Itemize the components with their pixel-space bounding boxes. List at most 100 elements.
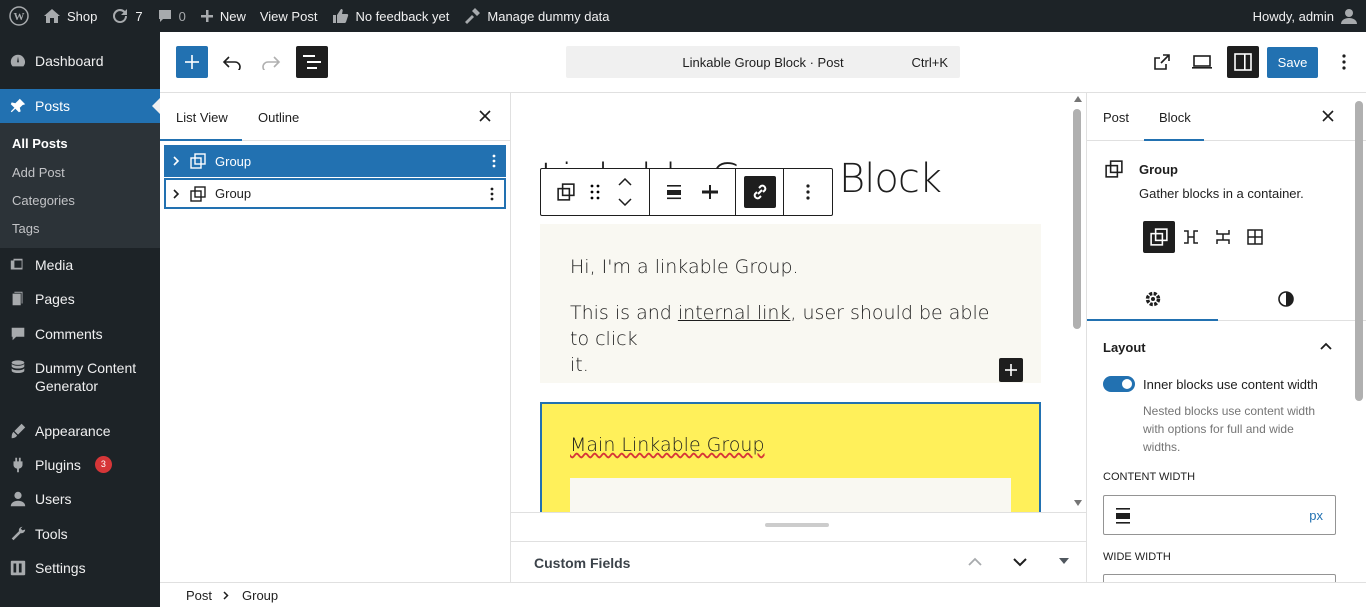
settings-toggle-button[interactable] [1227, 46, 1259, 78]
main-linkable-group-block[interactable]: Main Linkable Group [540, 402, 1041, 512]
breadcrumb-item[interactable]: Group [242, 588, 278, 603]
paragraph-block[interactable]: This is and internal link, user should b… [570, 300, 1010, 378]
chevron-up-icon[interactable] [1319, 342, 1333, 351]
close-icon [479, 110, 491, 122]
tab-list-view[interactable]: List View [176, 110, 228, 125]
block-type-button[interactable] [550, 176, 582, 208]
menu-item-comments[interactable]: Comments [0, 325, 160, 343]
list-view-row[interactable]: Group [164, 178, 506, 209]
sidebar-scrollbar[interactable] [1355, 101, 1363, 401]
close-settings-button[interactable] [1321, 109, 1335, 126]
block-options-button[interactable] [792, 176, 824, 208]
menu-item-appearance[interactable]: Appearance [0, 422, 160, 440]
meta-box-resize-handle[interactable] [765, 523, 829, 527]
svg-text:W: W [14, 11, 25, 23]
redo-button[interactable] [255, 46, 287, 78]
paragraph-block[interactable]: Hi, I'm a linkable Group. [570, 254, 799, 280]
tab-block[interactable]: Block [1159, 110, 1191, 125]
menu-item-media[interactable]: Media [0, 256, 160, 274]
menu-item-pages[interactable]: Pages [0, 290, 160, 308]
undo-button[interactable] [216, 46, 248, 78]
drag-handle[interactable] [583, 176, 607, 208]
menu-item-settings[interactable]: Settings [0, 559, 160, 577]
variation-stack-button[interactable] [1207, 221, 1239, 253]
linkable-group-block[interactable]: Hi, I'm a linkable Group. This is and in… [540, 224, 1041, 383]
more-vertical-icon[interactable] [490, 187, 494, 201]
block-inserter-button[interactable] [176, 46, 208, 78]
menu-label-settings: Settings [35, 560, 86, 576]
submenu-add-post[interactable]: Add Post [12, 165, 65, 180]
layout-panel-title[interactable]: Layout [1103, 340, 1146, 355]
save-button[interactable]: Save [1267, 47, 1318, 78]
document-overview-button[interactable] [296, 46, 328, 78]
plus-icon [200, 10, 213, 22]
breadcrumb-item[interactable]: Post [186, 588, 212, 603]
chevron-right-icon[interactable] [172, 188, 180, 199]
menu-item-dummy-content[interactable]: Dummy Content Generator [0, 359, 160, 395]
tab-settings[interactable] [1144, 290, 1162, 311]
view-post-link[interactable]: View Post [253, 0, 325, 32]
device-preview-button[interactable] [1186, 46, 1218, 78]
move-up-icon[interactable] [967, 557, 983, 567]
heading-block[interactable]: Main Linkable Group [570, 434, 765, 456]
feedback-link[interactable]: No feedback yet [324, 0, 456, 32]
tab-styles[interactable] [1277, 290, 1295, 311]
move-down-icon[interactable] [1012, 557, 1028, 567]
internal-link[interactable]: internal link [678, 302, 791, 324]
toggle-panel-icon[interactable] [1059, 558, 1069, 565]
new-content-link[interactable]: New [193, 0, 253, 32]
scroll-up-arrow-icon[interactable] [1074, 96, 1082, 102]
grid-variation-icon [1247, 229, 1263, 245]
menu-item-tools[interactable]: Tools [0, 525, 160, 543]
custom-fields-panel[interactable]: Custom Fields [511, 541, 1086, 583]
menu-label-tools: Tools [35, 526, 68, 542]
justify-button[interactable] [694, 176, 726, 208]
row-variation-icon [1184, 230, 1198, 244]
menu-item-users[interactable]: Users [0, 490, 160, 508]
editor-canvas[interactable]: Linkable Group Block Hi, I'm a linkable … [511, 93, 1086, 512]
list-view-row[interactable]: Group [164, 145, 506, 177]
move-up-button[interactable] [613, 173, 637, 191]
options-button[interactable] [1328, 46, 1360, 78]
menu-item-dashboard[interactable]: Dashboard [0, 52, 160, 70]
menu-label-users: Users [35, 491, 72, 507]
link-button[interactable] [744, 176, 776, 208]
comments-link[interactable]: 0 [150, 0, 193, 32]
add-block-button[interactable] [999, 358, 1023, 382]
menu-item-plugins[interactable]: Plugins 3 [0, 456, 160, 474]
document-bar[interactable]: Linkable Group Block · Post Ctrl+K [566, 46, 960, 78]
hammer-icon [465, 8, 481, 24]
view-post-button[interactable] [1146, 46, 1178, 78]
submenu-categories[interactable]: Categories [12, 193, 75, 208]
updates-link[interactable]: 7 [104, 0, 149, 32]
chevron-right-icon[interactable] [172, 156, 180, 166]
menu-item-posts[interactable]: Posts [0, 89, 160, 123]
close-list-view-button[interactable] [478, 109, 492, 126]
block-variations [1143, 221, 1271, 253]
align-button[interactable] [658, 176, 690, 208]
my-account-link[interactable]: Howdy, admin [1246, 0, 1366, 32]
content-width-toggle[interactable] [1103, 376, 1135, 392]
unit-select[interactable]: px [1309, 508, 1323, 523]
redo-icon [262, 56, 281, 70]
scroll-down-arrow-icon[interactable] [1074, 500, 1082, 506]
submenu-all-posts[interactable]: All Posts [12, 136, 68, 151]
menu-label-comments: Comments [35, 326, 103, 342]
more-vertical-icon[interactable] [492, 154, 496, 168]
updates-icon [113, 8, 128, 23]
move-down-button[interactable] [613, 193, 637, 211]
tab-post[interactable]: Post [1103, 110, 1129, 125]
variation-row-button[interactable] [1175, 221, 1207, 253]
site-name-link[interactable]: Shop [36, 0, 104, 32]
manage-dummy-link[interactable]: Manage dummy data [456, 0, 616, 32]
tab-outline[interactable]: Outline [258, 110, 299, 125]
submenu-tags[interactable]: Tags [12, 221, 39, 236]
wide-width-input[interactable] [1103, 574, 1336, 582]
canvas-scrollbar[interactable] [1073, 109, 1081, 329]
variation-group-button[interactable] [1143, 221, 1175, 253]
content-width-input[interactable]: px [1103, 495, 1336, 535]
inner-group-block[interactable] [570, 478, 1011, 512]
wordpress-logo[interactable]: W [0, 0, 36, 32]
menu-label-plugins: Plugins [35, 457, 81, 473]
variation-grid-button[interactable] [1239, 221, 1271, 253]
